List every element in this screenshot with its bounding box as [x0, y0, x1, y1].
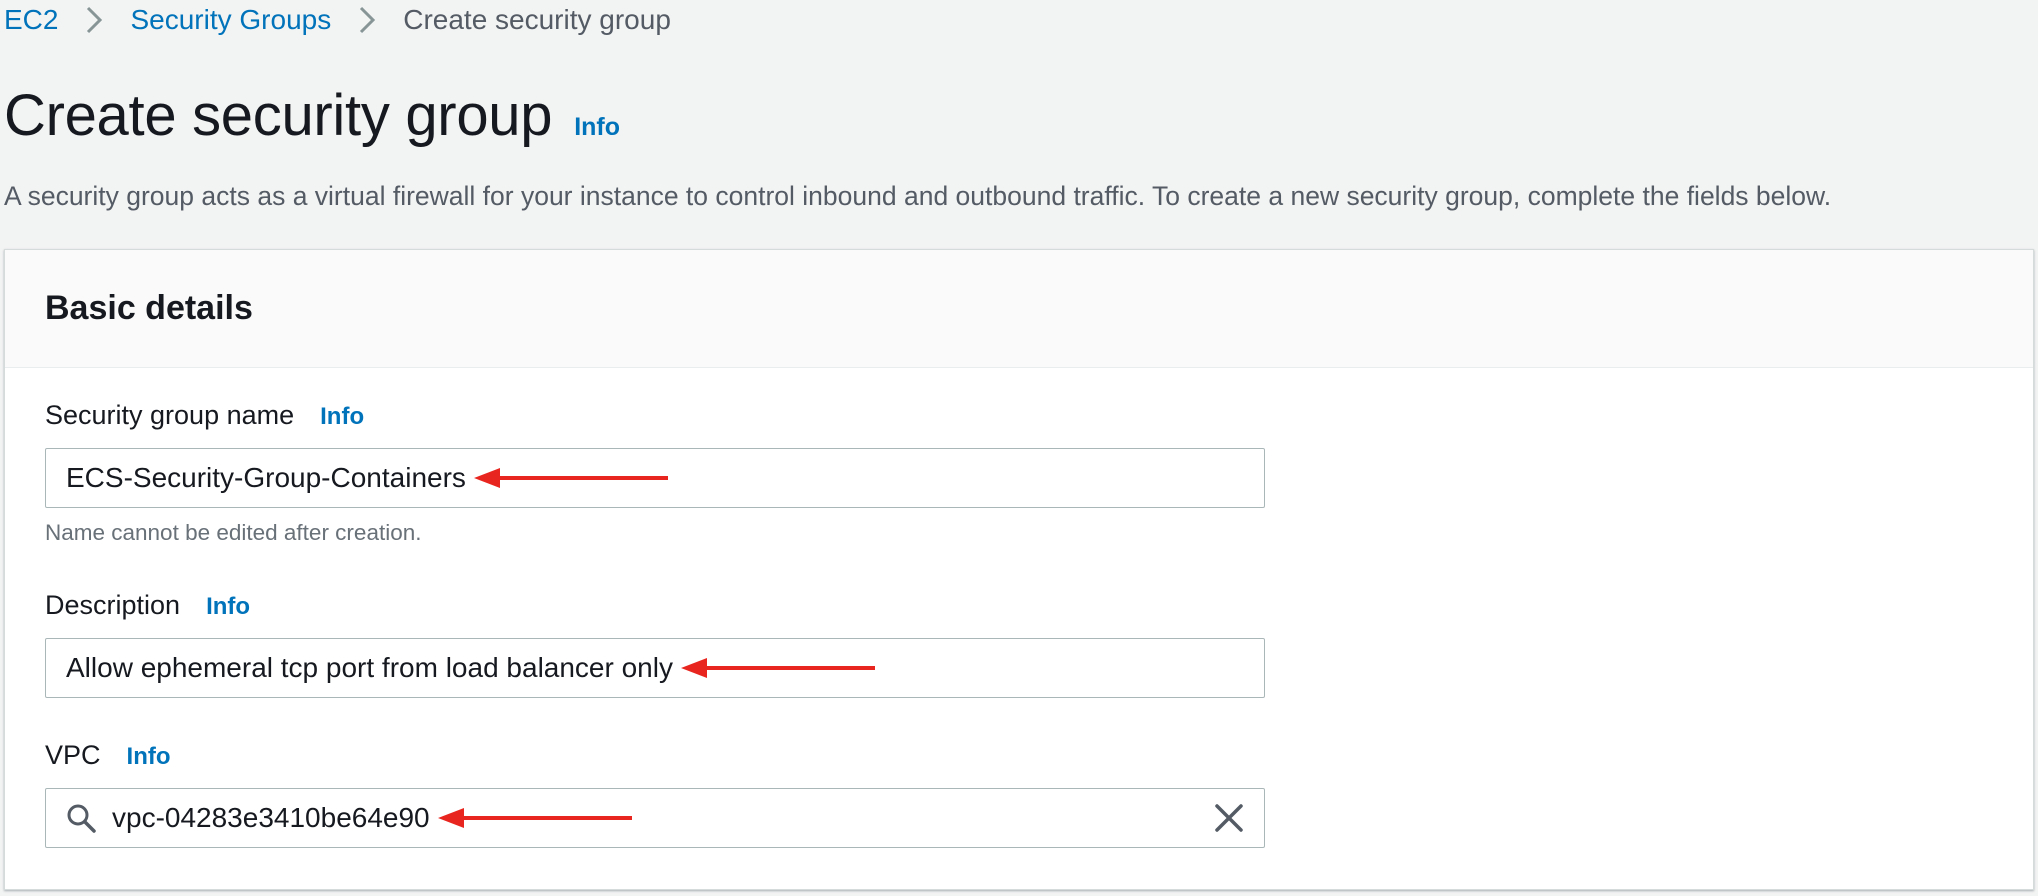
description-value: Allow ephemeral tcp port from load balan…	[66, 652, 673, 683]
description-field: Description Info	[45, 590, 250, 626]
breadcrumb-link-security-groups[interactable]: Security Groups	[130, 4, 331, 36]
page-description: A security group acts as a virtual firew…	[4, 181, 1832, 211]
page: EC2 Security Groups Create security grou…	[0, 0, 2038, 896]
close-icon[interactable]	[1214, 803, 1244, 833]
breadcrumb-link-ec2[interactable]: EC2	[4, 4, 58, 36]
vpc-field: VPC Info	[45, 740, 171, 776]
basic-details-header: Basic details	[5, 250, 2033, 368]
breadcrumb: EC2 Security Groups Create security grou…	[4, 0, 671, 40]
security-group-name-label: Security group name	[45, 400, 295, 430]
security-group-name-constraint: Name cannot be edited after creation.	[45, 520, 422, 545]
security-group-name-info-link[interactable]: Info	[320, 403, 364, 431]
page-header: Create security group Info	[4, 82, 620, 149]
description-label: Description	[45, 590, 181, 620]
search-icon	[67, 804, 96, 833]
page-title: Create security group	[4, 83, 553, 148]
description-input[interactable]: Allow ephemeral tcp port from load balan…	[45, 638, 1265, 698]
vpc-search-input[interactable]: vpc-04283e3410be64e90	[45, 788, 1265, 848]
chevron-right-icon	[58, 5, 130, 35]
annotation-arrow-icon	[437, 808, 632, 828]
page-info-link[interactable]: Info	[574, 113, 620, 142]
vpc-value: vpc-04283e3410be64e90	[112, 802, 430, 833]
vpc-label: VPC	[45, 740, 101, 770]
basic-details-title: Basic details	[45, 289, 253, 327]
description-info-link[interactable]: Info	[206, 593, 250, 621]
security-group-name-field: Security group name Info	[45, 400, 364, 436]
annotation-arrow-icon	[680, 658, 875, 678]
vpc-info-link[interactable]: Info	[127, 743, 171, 771]
chevron-right-icon	[331, 5, 403, 35]
security-group-name-value: ECS-Security-Group-Containers	[66, 462, 466, 493]
security-group-name-input[interactable]: ECS-Security-Group-Containers	[45, 448, 1265, 508]
breadcrumb-current: Create security group	[403, 4, 671, 35]
basic-details-panel: Basic details Security group name Info E…	[4, 249, 2034, 890]
annotation-arrow-icon	[473, 468, 668, 488]
